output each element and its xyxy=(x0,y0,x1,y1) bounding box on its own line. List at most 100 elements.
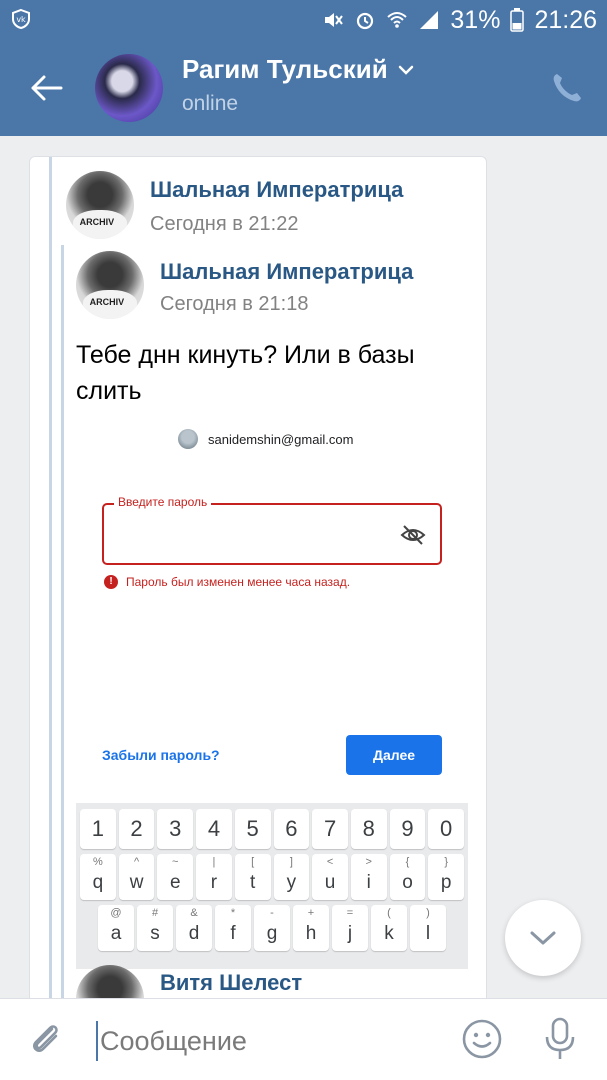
keyboard-key: * f xyxy=(215,905,251,951)
keyboard-key: > i xyxy=(350,854,387,900)
password-label: Введите пароль xyxy=(114,495,212,509)
key-primary: u xyxy=(324,872,336,893)
key-primary: t xyxy=(250,872,256,893)
key-secondary: & xyxy=(190,907,198,919)
next-button: Далее xyxy=(346,735,442,775)
keyboard-key: [t xyxy=(234,854,271,900)
key-primary: f xyxy=(230,923,236,944)
status-icons: 31% 21:26 xyxy=(322,6,597,34)
key-secondary: > xyxy=(365,856,372,868)
account-email: sanidemshin@gmail.com xyxy=(208,431,354,447)
svg-text:vk: vk xyxy=(16,15,26,24)
on-screen-keyboard: 1234567890 % q ^ w ~ e | r[t] y < u > i{o} p @ a # s & d * f… xyxy=(76,803,468,969)
keyboard-key: {o xyxy=(389,854,426,900)
message-card[interactable]: ARCHIV Шальная Императрица Сегодня в 21:… xyxy=(29,156,487,1016)
signal-icon xyxy=(420,11,439,29)
key-secondary: ^ xyxy=(133,856,140,868)
scroll-down-button[interactable] xyxy=(505,900,581,976)
chat-header: Рагим Тульский online xyxy=(0,40,607,136)
back-button[interactable] xyxy=(22,66,70,110)
keyboard-key: (k xyxy=(371,905,407,951)
key-secondary: | xyxy=(212,856,216,868)
keyboard-key: ^ w xyxy=(118,854,155,900)
contact-name-dropdown[interactable]: Рагим Тульский xyxy=(182,54,414,85)
key-primary: q xyxy=(92,872,104,893)
keyboard-key: ] y xyxy=(273,854,310,900)
key-secondary: ) xyxy=(426,907,430,919)
battery-percent: 31% xyxy=(450,5,501,34)
key-primary: r xyxy=(210,872,218,893)
inner-author-avatar[interactable]: ARCHIV xyxy=(76,251,144,319)
emoji-icon[interactable] xyxy=(460,1017,504,1061)
key-secondary: } xyxy=(444,856,449,868)
key-primary: p xyxy=(440,872,452,893)
keyboard-key: 9 xyxy=(389,809,426,849)
forward-bar-inner xyxy=(61,245,64,1015)
keyboard-key: 3 xyxy=(157,809,194,849)
key-secondary: + xyxy=(307,907,315,919)
keyboard-key: } p xyxy=(428,854,465,900)
keyboard-key: + h xyxy=(293,905,329,951)
keyboard-key: & d xyxy=(176,905,212,951)
attached-screenshot[interactable]: sanidemshin@gmail.com Введите пароль ! П… xyxy=(76,411,486,1015)
paperclip-icon[interactable] xyxy=(26,1019,66,1059)
keyboard-key: 4 xyxy=(196,809,232,849)
key-primary: a xyxy=(110,923,122,944)
next-author[interactable]: Витя Шелест xyxy=(160,970,302,996)
keyboard-key: 1 xyxy=(80,809,116,849)
keyboard-key: % q xyxy=(80,854,116,900)
key-secondary: < xyxy=(326,856,334,868)
arrow-left-icon xyxy=(31,75,63,101)
message-input[interactable] xyxy=(96,1021,436,1061)
keyboard-letter-row: @ a # s & d * f - g + h = j(k) l xyxy=(80,905,464,951)
keyboard-key: | r xyxy=(196,854,232,900)
forward-bar xyxy=(49,157,52,1015)
error-text: Пароль был изменен менее часа назад. xyxy=(126,575,351,589)
message-text: Тебе днн кинуть? Или в базы слить xyxy=(76,341,415,405)
contact-status: online xyxy=(182,92,239,115)
keyboard-key: < u xyxy=(312,854,348,900)
chevron-down-icon xyxy=(398,65,413,75)
keyboard-key: -g xyxy=(254,905,290,951)
password-field: Введите пароль xyxy=(102,495,442,565)
key-primary: w xyxy=(129,872,144,893)
error-icon: ! xyxy=(104,575,118,589)
key-primary: s xyxy=(150,923,160,944)
key-secondary: % xyxy=(92,856,103,868)
author-avatar[interactable]: ARCHIV xyxy=(66,171,134,239)
key-primary: i xyxy=(366,872,371,893)
inner-author[interactable]: Шальная Императрица xyxy=(160,259,413,285)
key-secondary: * xyxy=(230,907,236,919)
key-primary: g xyxy=(266,923,278,944)
keyboard-key: 8 xyxy=(350,809,387,849)
keyboard-key: 0 xyxy=(428,809,465,849)
keyboard-number-row: 1234567890 xyxy=(80,809,465,849)
phone-icon[interactable] xyxy=(549,70,585,106)
contact-avatar[interactable] xyxy=(95,54,163,122)
key-secondary: ~ xyxy=(172,856,179,868)
key-primary: h xyxy=(305,923,317,944)
key-secondary: { xyxy=(405,856,410,868)
forgot-password-link: Забыли пароль? xyxy=(102,747,220,763)
account-avatar xyxy=(178,429,198,449)
forward-author[interactable]: Шальная Императрица xyxy=(150,177,403,203)
key-secondary: # xyxy=(151,907,159,919)
key-secondary: [ xyxy=(251,856,255,868)
keyboard-key: ~ e xyxy=(157,854,194,900)
keyboard-key: 2 xyxy=(118,809,155,849)
microphone-icon[interactable] xyxy=(540,1015,580,1063)
key-secondary: - xyxy=(270,907,274,919)
keyboard-key: ) l xyxy=(410,905,446,951)
vk-notification-icon: vk xyxy=(12,8,30,30)
keyboard-letter-row: % q ^ w ~ e | r[t] y < u > i{o} p xyxy=(80,854,465,900)
key-primary: k xyxy=(384,923,394,944)
inner-time: Сегодня в 21:18 xyxy=(160,293,309,315)
keyboard-key: = j xyxy=(332,905,368,951)
key-primary: d xyxy=(188,923,200,944)
keyboard-key: 6 xyxy=(273,809,310,849)
key-secondary: @ xyxy=(110,907,122,919)
alarm-icon xyxy=(357,12,374,30)
key-primary: j xyxy=(347,923,353,944)
account-row: sanidemshin@gmail.com xyxy=(178,429,353,449)
key-primary: y xyxy=(286,872,297,893)
